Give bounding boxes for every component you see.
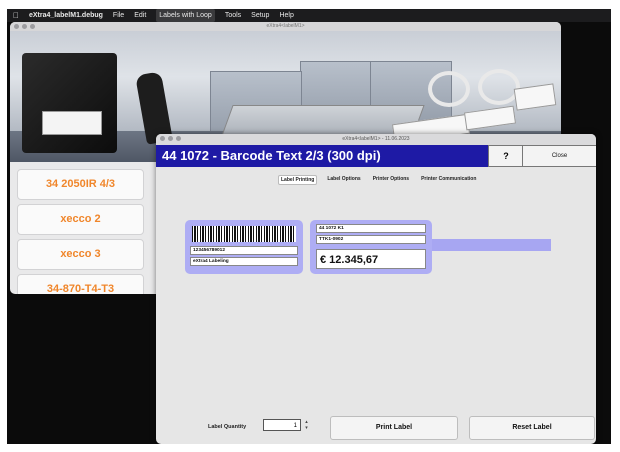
quantity-input[interactable]: 1 <box>263 419 301 431</box>
label-preview-left: 123456789012 eXtra4 Labeling <box>185 220 303 274</box>
label-ring-image <box>428 71 470 107</box>
menu-help[interactable]: Help <box>279 9 293 22</box>
label-window-titlebar[interactable]: eXtra4<labelM1> - 11.06.2023 <box>156 134 596 145</box>
company-field: eXtra4 Labeling <box>190 257 298 266</box>
barcode-image <box>192 226 296 242</box>
quantity-stepper[interactable]: ▴ ▾ <box>303 419 310 431</box>
menu-edit[interactable]: Edit <box>134 9 146 22</box>
window-controls <box>160 136 181 141</box>
barcode-number-field: 123456789012 <box>190 246 298 255</box>
label-window-title: eXtra4<labelM1> - 11.06.2023 <box>342 136 410 142</box>
sample-label-image <box>463 105 517 131</box>
menu-tools[interactable]: Tools <box>225 9 241 22</box>
article-field: 44 1072 K1 <box>316 224 426 233</box>
menu-app-name[interactable]: eXtra4_labelM1.debug <box>29 9 103 22</box>
zoom-dot-icon[interactable] <box>30 24 35 29</box>
desktop:  eXtra4_labelM1.debug File Edit Labels … <box>7 9 611 444</box>
printer-button[interactable]: 34-870-T4-T3 <box>17 274 144 294</box>
code-field: TTK1-0902 <box>316 235 426 244</box>
tab-printer-communication[interactable]: Printer Communication <box>419 175 478 185</box>
chevron-down-icon[interactable]: ▾ <box>303 425 310 431</box>
menu-bar:  eXtra4_labelM1.debug File Edit Labels … <box>7 9 611 22</box>
menu-labels-with-loop[interactable]: Labels with Loop <box>156 9 215 22</box>
menu-setup[interactable]: Setup <box>251 9 269 22</box>
label-header-title: 44 1072 - Barcode Text 2/3 (300 dpi) <box>162 148 381 163</box>
tab-printer-options[interactable]: Printer Options <box>371 175 411 185</box>
main-window-title: eXtra4<labelM1> <box>266 23 305 29</box>
print-label-button[interactable]: Print Label <box>330 416 458 440</box>
price-field: € 12.345,67 <box>316 249 426 269</box>
label-ring-image <box>478 69 520 105</box>
label-preview-right: 44 1072 K1 TTK1-0902 € 12.345,67 <box>310 220 432 274</box>
printer-button[interactable]: xecco 2 <box>17 204 144 235</box>
close-button[interactable]: Close <box>522 145 596 167</box>
printer-button[interactable]: 34 2050IR 4/3 <box>17 169 144 200</box>
close-dot-icon[interactable] <box>160 136 165 141</box>
sample-label-image <box>513 83 557 111</box>
apple-icon[interactable]:  <box>13 9 19 22</box>
label-header: 44 1072 - Barcode Text 2/3 (300 dpi) ? C… <box>156 145 596 167</box>
main-window-titlebar[interactable]: eXtra4<labelM1> <box>10 22 561 31</box>
tab-label-options[interactable]: Label Options <box>325 175 362 185</box>
printer-list: 34 2050IR 4/3 xecco 2 xecco 3 34-870-T4-… <box>13 165 148 294</box>
tab-bar: Label Printing Label Options Printer Opt… <box>278 175 478 185</box>
label-printer-image <box>22 53 117 153</box>
label-window: eXtra4<labelM1> - 11.06.2023 44 1072 - B… <box>156 134 596 444</box>
quantity-label: Label Quantity <box>208 424 247 430</box>
minimize-dot-icon[interactable] <box>22 24 27 29</box>
menu-file[interactable]: File <box>113 9 124 22</box>
reset-label-button[interactable]: Reset Label <box>469 416 595 440</box>
minimize-dot-icon[interactable] <box>168 136 173 141</box>
zoom-dot-icon[interactable] <box>176 136 181 141</box>
help-button[interactable]: ? <box>488 145 524 167</box>
close-dot-icon[interactable] <box>14 24 19 29</box>
window-controls <box>14 24 35 29</box>
printer-button[interactable]: xecco 3 <box>17 239 144 270</box>
tab-label-printing[interactable]: Label Printing <box>278 175 318 185</box>
